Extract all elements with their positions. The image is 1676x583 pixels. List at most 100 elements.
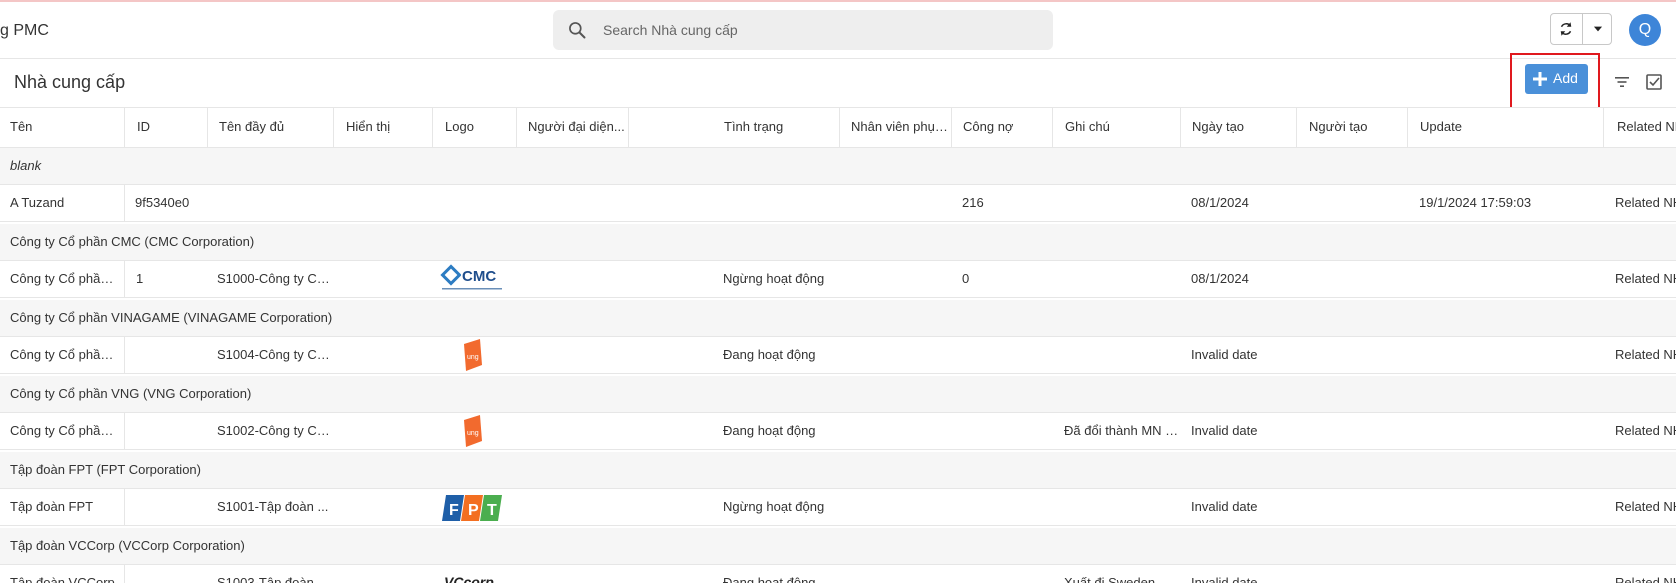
search-input[interactable] [603, 10, 1033, 50]
cell-status: Đang hoạt động [723, 575, 816, 583]
divider [124, 337, 125, 374]
cell-related[interactable]: Related NH [1615, 337, 1676, 373]
column-header[interactable]: Logo [445, 108, 515, 147]
column-header[interactable]: Tên [10, 108, 115, 147]
cell-created: Invalid date [1191, 347, 1258, 362]
cell-full-name: S1002-Công ty Cổ... [217, 423, 332, 438]
group-row[interactable]: Tập đoàn FPT (FPT Corporation) [0, 452, 1676, 489]
group-label: Tập đoàn FPT (FPT Corporation) [10, 462, 201, 477]
cell-created: Invalid date [1191, 499, 1258, 514]
page-header: Nhà cung cấp Add [0, 53, 1676, 113]
cell-related[interactable]: Related NH [1615, 565, 1676, 583]
cell-status: Đang hoạt động [723, 423, 816, 438]
refresh-button[interactable] [1551, 14, 1582, 44]
column-header[interactable]: ID [137, 108, 207, 147]
column-resizer[interactable] [124, 108, 125, 147]
table-row[interactable]: Tập đoàn FPT S1001-Tập đoàn ... F P T Ng… [0, 489, 1676, 526]
group-label: Công ty Cổ phần CMC (CMC Corporation) [10, 234, 255, 249]
page-title: Nhà cung cấp [14, 72, 126, 92]
cell-related[interactable]: Related NH [1615, 413, 1676, 449]
column-resizer[interactable] [1052, 108, 1053, 147]
table-row[interactable]: A Tuzand 9f5340e0 216 08/1/2024 19/1/202… [0, 185, 1676, 222]
cell-full-name: S1001-Tập đoàn ... [217, 499, 329, 514]
vng-logo: ung [464, 415, 482, 447]
column-header[interactable]: Người đại diện... [528, 108, 626, 147]
column-header[interactable]: Công nợ [963, 108, 1043, 147]
column-header[interactable]: Update [1420, 108, 1570, 147]
cell-status: Đang hoạt động [723, 347, 816, 362]
group-label: Tập đoàn VCCorp (VCCorp Corporation) [10, 538, 245, 553]
app-title: g PMC [0, 22, 49, 39]
cell-id: 1 [136, 271, 144, 286]
add-button[interactable]: Add [1525, 64, 1588, 94]
column-resizer[interactable] [1296, 108, 1297, 147]
cell-related[interactable]: Related NH [1615, 489, 1676, 525]
cell-status: Ngừng hoạt động [723, 271, 825, 286]
group-label: blank [10, 158, 42, 173]
cell-related[interactable]: Related NH [1615, 261, 1676, 297]
column-header[interactable]: Hiển thị [346, 108, 426, 147]
cell-id: 9f5340e0 [135, 195, 190, 210]
svg-text:ung: ung [467, 430, 479, 437]
column-resizer[interactable] [839, 108, 840, 147]
checkbox-icon[interactable] [1644, 72, 1664, 92]
group-row[interactable]: blank [0, 148, 1676, 185]
divider [124, 261, 125, 298]
cell-related[interactable]: Related NH [1615, 185, 1676, 221]
svg-text:CMC: CMC [462, 268, 496, 285]
group-row[interactable]: Công ty Cổ phần VINAGAME (VINAGAME Corpo… [0, 300, 1676, 337]
plus-icon [1533, 72, 1547, 86]
table-row[interactable]: Công ty Cổ phần ... S1002-Công ty Cổ... … [0, 413, 1676, 450]
group-row[interactable]: Công ty Cổ phần CMC (CMC Corporation) [0, 224, 1676, 261]
column-resizer[interactable] [432, 108, 433, 147]
cell-full-name: S1004-Công ty Cổ... [217, 347, 332, 362]
refresh-icon [1560, 22, 1572, 36]
cell-full-name: S1003-Tập đoàn ... [217, 575, 329, 583]
group-label: Công ty Cổ phần VNG (VNG Corporation) [10, 386, 252, 401]
column-header[interactable]: Tên đầy đủ [219, 108, 329, 147]
svg-text:P: P [468, 502, 479, 519]
vng-logo: ung [464, 339, 482, 371]
divider [124, 565, 125, 583]
column-header[interactable]: Người tạo [1309, 108, 1409, 147]
search-icon[interactable] [567, 20, 587, 40]
column-resizer[interactable] [516, 108, 517, 147]
column-resizer[interactable] [1407, 108, 1408, 147]
column-header[interactable]: Nhân viên phụ t... [851, 108, 951, 147]
cell-name: Công ty Cổ phần ... [10, 347, 120, 362]
table-header: Tên ID Tên đầy đủ Hiển thị Logo Người đạ… [0, 108, 1676, 148]
table-row[interactable]: Công ty Cổ phần ... S1004-Công ty Cổ... … [0, 337, 1676, 374]
table-row[interactable]: Tập đoàn VCCorp S1003-Tập đoàn ... VCcor… [0, 565, 1676, 583]
cell-name: Tập đoàn FPT [10, 499, 94, 514]
column-resizer[interactable] [628, 108, 629, 147]
divider [124, 413, 125, 450]
filter-icon[interactable] [1612, 72, 1632, 92]
column-resizer[interactable] [1180, 108, 1181, 147]
cmc-logo: CMC [440, 264, 502, 290]
avatar[interactable]: Q [1629, 14, 1661, 46]
cell-created: 08/1/2024 [1191, 195, 1249, 210]
cell-full-name: S1000-Công ty Cổ... [217, 271, 332, 286]
search-box[interactable] [553, 10, 1053, 50]
column-resizer[interactable] [333, 108, 334, 147]
top-bar: g PMC Q [0, 2, 1676, 59]
vccorp-logo: VCcorp [444, 574, 494, 583]
cell-debt: 216 [962, 195, 984, 210]
column-header[interactable]: Ngày tạo [1192, 108, 1292, 147]
cell-created: 08/1/2024 [1191, 271, 1249, 286]
table-row[interactable]: Công ty Cổ phần ... 1 S1000-Công ty Cổ..… [0, 261, 1676, 298]
column-resizer[interactable] [1603, 108, 1604, 147]
cell-note: Xuất đi Sweden [1064, 575, 1156, 583]
column-header[interactable]: Tình trạng [724, 108, 824, 147]
cell-created: Invalid date [1191, 575, 1258, 583]
add-button-label: Add [1553, 70, 1578, 86]
fpt-logo: F P T [442, 495, 502, 521]
refresh-dropdown-button[interactable] [1583, 14, 1612, 44]
column-header[interactable]: Ghi chú [1065, 108, 1165, 147]
group-row[interactable]: Công ty Cổ phần VNG (VNG Corporation) [0, 376, 1676, 413]
column-resizer[interactable] [207, 108, 208, 147]
column-header[interactable]: Related NH [1617, 108, 1676, 147]
refresh-button-group [1550, 13, 1612, 45]
column-resizer[interactable] [951, 108, 952, 147]
group-row[interactable]: Tập đoàn VCCorp (VCCorp Corporation) [0, 528, 1676, 565]
